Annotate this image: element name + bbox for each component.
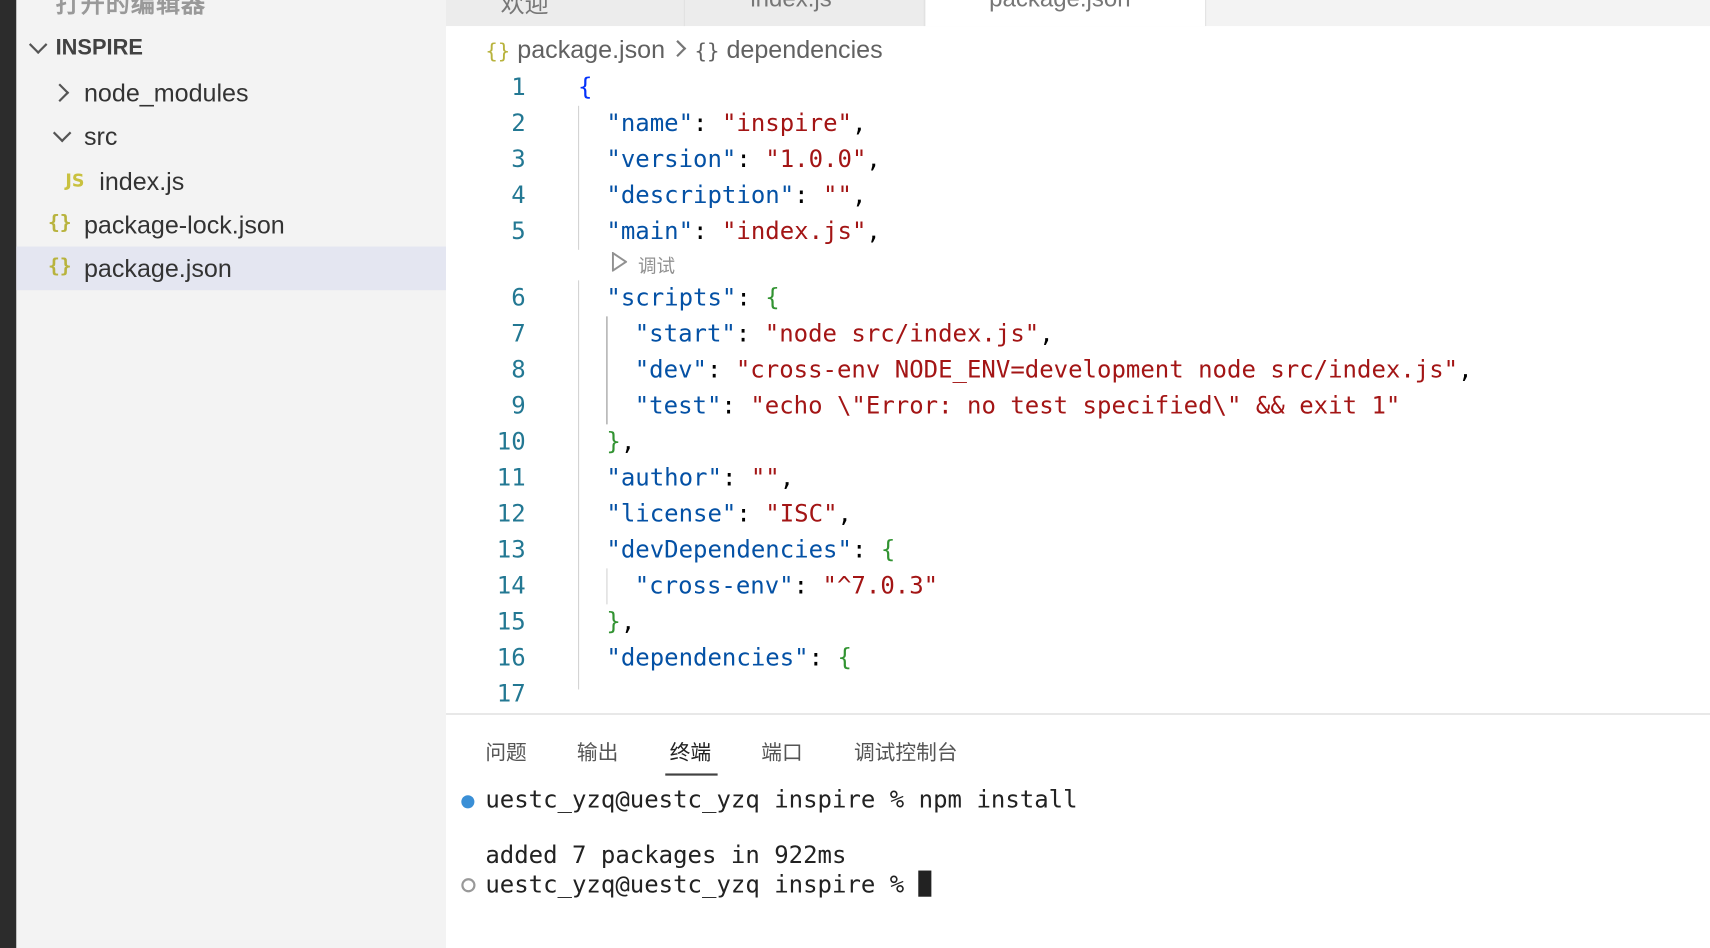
- tree-item-label: src: [83, 122, 118, 151]
- code-line: "license": "ISC",: [606, 500, 852, 528]
- code-line: "version": "1.0.0",: [606, 146, 881, 174]
- chevron-down-icon: [52, 123, 72, 143]
- explorer-root-label: INSPIRE: [55, 35, 143, 60]
- code-line: "devDependencies": {: [606, 536, 896, 564]
- javascript-file-icon: JS: [65, 170, 85, 191]
- activity-bar: [0, 0, 17, 948]
- line-number: 14: [496, 572, 526, 600]
- panel-tab-output[interactable]: 输出: [577, 736, 618, 765]
- breadcrumb-file[interactable]: package.json: [517, 35, 665, 63]
- editor-tab-bar: 欢迎 index.js package.json: [446, 0, 1710, 27]
- code-line: "dev": "cross-env NODE_ENV=development n…: [634, 356, 1473, 384]
- tab-welcome[interactable]: 欢迎: [446, 0, 685, 27]
- tree-item-label: index.js: [99, 166, 185, 196]
- line-number: 6: [511, 284, 526, 312]
- code-line: "test": "echo \"Error: no test specified…: [634, 392, 1401, 420]
- tree-item-label: package.json: [83, 254, 232, 283]
- tree-item-node-modules[interactable]: node_modules: [16, 71, 446, 115]
- panel-tab-ports[interactable]: 端口: [761, 736, 802, 765]
- tree-item-label: node_modules: [83, 78, 249, 107]
- terminal-line: added 7 packages in 922ms: [485, 842, 847, 870]
- indent-guide: [578, 280, 580, 690]
- tab-index-js[interactable]: index.js: [684, 0, 925, 27]
- chevron-right-icon: [669, 40, 687, 58]
- line-number: 9: [511, 392, 526, 420]
- breadcrumb-symbol[interactable]: dependencies: [726, 35, 882, 63]
- panel-tab-debug-console[interactable]: 调试控制台: [854, 736, 958, 765]
- tree-item-src[interactable]: src: [16, 115, 446, 159]
- panel-tab-problems[interactable]: 问题: [485, 736, 526, 765]
- line-number: 15: [496, 608, 526, 636]
- json-file-icon: {}: [485, 39, 511, 64]
- line-number: 3: [511, 146, 526, 174]
- code-line: "start": "node src/index.js",: [634, 320, 1054, 348]
- code-line: "scripts": {: [606, 284, 780, 312]
- line-number: 7: [511, 320, 526, 348]
- tree-item-package-lock-json[interactable]: {} package-lock.json: [16, 203, 446, 247]
- line-number: 8: [511, 356, 526, 384]
- terminal-prompt[interactable]: uestc_yzq@uestc_yzq inspire %: [485, 870, 932, 899]
- line-number: 11: [496, 464, 526, 492]
- open-editors-header[interactable]: 打开的编辑器: [56, 0, 207, 20]
- line-number: 10: [496, 428, 526, 456]
- explorer-sidebar: 打开的编辑器 INSPIRE node_modules src JS index…: [16, 0, 447, 948]
- line-number: 2: [511, 110, 526, 138]
- indent-guide: [606, 568, 608, 605]
- code-editor[interactable]: {} package.json{} dependencies 调试 1 2 3 …: [446, 26, 1710, 714]
- code-line: "main": "index.js",: [606, 218, 881, 246]
- chevron-right-icon: [50, 83, 70, 102]
- bottom-panel: 问题 输出 终端 端口 调试控制台 uestc_yzq@uestc_yzq in…: [446, 713, 1710, 948]
- code-line: "name": "inspire",: [606, 110, 867, 138]
- debug-codelens[interactable]: 调试: [611, 251, 676, 278]
- codelens-label: 调试: [638, 256, 676, 278]
- chevron-down-icon: [28, 35, 48, 54]
- command-success-dot-icon[interactable]: [461, 795, 475, 809]
- code-line: "author": "",: [606, 464, 795, 492]
- breadcrumb: {} package.json{} dependencies: [485, 33, 882, 66]
- terminal-line: uestc_yzq@uestc_yzq inspire % npm instal…: [485, 786, 1078, 814]
- code-line: "description": "",: [606, 182, 867, 210]
- code-line: },: [606, 428, 636, 456]
- line-number: 16: [496, 644, 526, 672]
- explorer-root-inspire[interactable]: INSPIRE: [16, 26, 446, 70]
- panel-tab-terminal[interactable]: 终端: [670, 736, 711, 765]
- terminal-cursor: [918, 870, 932, 897]
- json-file-icon: {}: [47, 255, 72, 279]
- line-number: 17: [496, 680, 526, 708]
- code-line: "dependencies": {: [606, 644, 852, 672]
- active-tab-indicator: [665, 773, 718, 776]
- command-pending-dot-icon[interactable]: [461, 878, 476, 893]
- code-line: {: [578, 74, 593, 102]
- indent-guide-active: [606, 316, 608, 425]
- code-line: },: [606, 608, 636, 636]
- line-number: 13: [496, 536, 526, 564]
- object-symbol-icon: {}: [694, 39, 720, 64]
- tree-item-index-js[interactable]: JS index.js: [16, 159, 446, 203]
- line-number: 4: [511, 182, 526, 210]
- tab-label: 欢迎: [500, 0, 549, 18]
- tree-item-label: package-lock.json: [83, 210, 285, 239]
- terminal-prompt-text: uestc_yzq@uestc_yzq inspire %: [485, 871, 919, 899]
- tab-label: package.json: [989, 0, 1130, 13]
- play-icon: [611, 251, 628, 272]
- tab-label: index.js: [750, 0, 831, 13]
- code-line: "cross-env": "^7.0.3": [634, 572, 939, 600]
- line-number: 5: [511, 218, 526, 246]
- line-number: 12: [496, 500, 526, 528]
- tab-package-json[interactable]: package.json: [925, 0, 1207, 27]
- line-number: 1: [511, 74, 526, 102]
- json-file-icon: {}: [47, 211, 72, 235]
- indent-guide: [578, 105, 580, 250]
- tree-item-package-json[interactable]: {} package.json: [16, 246, 447, 291]
- vscode-window: 打开的编辑器 INSPIRE node_modules src JS index…: [0, 0, 1710, 948]
